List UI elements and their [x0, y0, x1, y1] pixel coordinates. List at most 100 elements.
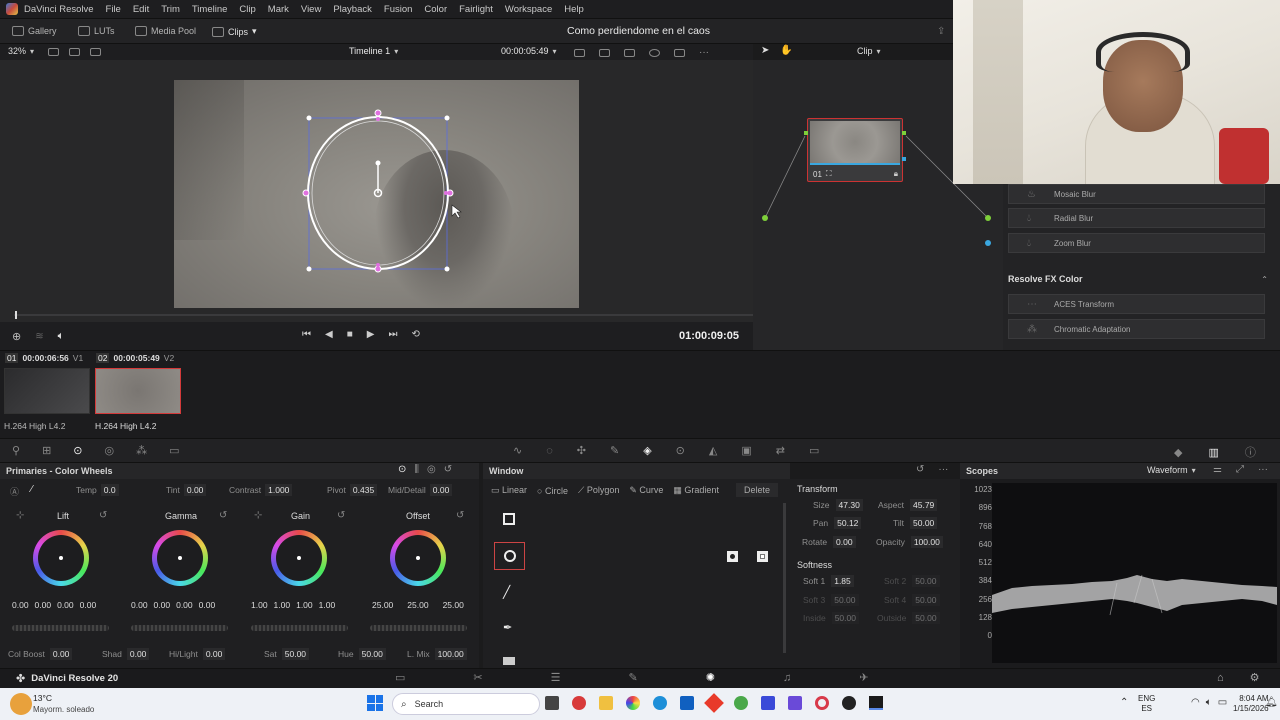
offset-g[interactable]: 25.00 — [407, 600, 428, 610]
gain-b[interactable]: 1.00 — [319, 600, 336, 610]
language-indicator[interactable]: ENG ES — [1138, 694, 1155, 714]
refresh-icon[interactable] — [649, 48, 660, 57]
node-input-port[interactable] — [804, 131, 808, 135]
window-enable-toggle[interactable] — [757, 551, 768, 562]
opacity-field[interactable]: Opacity 100.00 — [876, 536, 943, 548]
menu-file[interactable]: File — [100, 0, 127, 19]
lift-master-wheel[interactable] — [12, 625, 109, 631]
menu-fairlight[interactable]: Fairlight — [453, 0, 499, 19]
curve-button[interactable]: ✎ Curve — [629, 485, 663, 496]
color-wheels-icon[interactable]: ⊙ — [73, 444, 82, 457]
delete-button[interactable]: Delete — [736, 483, 779, 497]
file-explorer-icon[interactable] — [599, 696, 613, 710]
node-01[interactable]: 01 ⛶ 🔒︎ — [804, 118, 906, 182]
window-list-scrollbar[interactable] — [783, 503, 786, 653]
gamma-master-wheel[interactable] — [131, 625, 228, 631]
soft2-value[interactable]: 50.00 — [912, 575, 940, 587]
gain-reset-icon[interactable]: ↺ — [337, 510, 345, 521]
eyedropper-icon[interactable]: ✎ — [610, 444, 619, 457]
node-alpha-port[interactable] — [902, 157, 906, 161]
rgb-mixer-icon[interactable]: ⁂ — [136, 444, 147, 457]
hand-icon[interactable]: ✋ — [780, 45, 792, 56]
gamma-g[interactable]: 0.00 — [176, 600, 193, 610]
teams-icon[interactable] — [788, 696, 802, 710]
menu-view[interactable]: View — [295, 0, 327, 19]
window-corner-handle[interactable] — [306, 115, 312, 121]
camera-raw-icon[interactable]: ⚲ — [12, 444, 20, 457]
tint-value[interactable]: 0.00 — [183, 484, 207, 496]
fx-mosaic-blur[interactable]: ♨ Mosaic Blur — [1008, 184, 1265, 204]
taskbar-search[interactable]: ⌕ Search — [392, 693, 540, 715]
timeline-dropdown[interactable]: Timeline 1 ▾ — [349, 46, 398, 56]
fx-zoom-blur[interactable]: 💧︎ Zoom Blur — [1008, 233, 1265, 253]
play-icon[interactable]: ▶︎ — [367, 329, 375, 340]
app-diamond-icon[interactable] — [704, 693, 724, 713]
lift-g[interactable]: 0.00 — [57, 600, 74, 610]
luts-button[interactable]: LUTs — [78, 26, 115, 36]
offset-master-wheel[interactable] — [370, 625, 467, 631]
cut-page-icon[interactable]: ✂ — [473, 671, 482, 684]
first-frame-icon[interactable]: ⏮︎ — [302, 329, 311, 340]
menu-fusion[interactable]: Fusion — [378, 0, 419, 19]
gamma-y[interactable]: 0.00 — [131, 600, 148, 610]
hue-field[interactable]: Hue 50.00 — [338, 648, 386, 660]
window-soft-handle[interactable] — [376, 117, 380, 121]
inside-field[interactable]: Inside 50.00 — [803, 612, 859, 624]
viewer-options-icon[interactable]: ⊕ — [12, 330, 21, 343]
last-frame-icon[interactable]: ⏭︎ — [388, 329, 397, 340]
key-icon[interactable]: ⇄ — [776, 444, 785, 457]
offset-wheel[interactable] — [390, 530, 446, 586]
sizing-icon[interactable]: ▭ — [809, 444, 819, 457]
inside-value[interactable]: 50.00 — [831, 612, 859, 624]
gamma-reset-icon[interactable]: ↺ — [219, 510, 227, 521]
sat-value[interactable]: 50.00 — [281, 648, 310, 660]
weather-icon[interactable] — [10, 693, 32, 715]
window-rotate-knob[interactable] — [375, 160, 381, 166]
linear-button[interactable]: ▭ Linear — [491, 485, 527, 496]
zoom-dropdown[interactable]: 32% ▾ — [8, 46, 34, 56]
lift-picker-icon[interactable]: ⊹ — [16, 510, 24, 521]
soft1-field[interactable]: Soft 1 1.85 — [803, 575, 854, 587]
vscode-icon[interactable] — [761, 696, 775, 710]
edit-page-icon[interactable]: ☰ — [551, 671, 561, 684]
media-pool-button[interactable]: Media Pool — [135, 26, 196, 36]
lift-wheel[interactable] — [33, 530, 89, 586]
wheel-center[interactable] — [59, 556, 63, 560]
node-mode-dropdown[interactable]: Clip ▾ — [857, 46, 881, 56]
temp-value[interactable]: 0.0 — [100, 484, 119, 496]
app-dark-icon[interactable] — [842, 696, 856, 710]
window-more-icon[interactable]: ··· — [938, 464, 948, 475]
alpha-output-dot[interactable] — [985, 240, 991, 246]
window-linear-shape-icon[interactable] — [503, 513, 515, 525]
fairlight-page-icon[interactable]: ♫ — [783, 672, 791, 684]
gamma-wheel[interactable] — [152, 530, 208, 586]
hilight-field[interactable]: Hi/Light 0.00 — [169, 648, 226, 660]
chrome-icon[interactable] — [626, 696, 640, 710]
gain-master-wheel[interactable] — [251, 625, 348, 631]
hue-value[interactable]: 50.00 — [358, 648, 386, 660]
home-icon[interactable]: ⌂ — [1217, 672, 1224, 684]
opacity-value[interactable]: 100.00 — [910, 536, 943, 548]
wifi-icon[interactable]: ◠ — [1191, 697, 1200, 708]
color-page-icon[interactable]: ✺ — [706, 671, 715, 684]
window-corner-handle[interactable] — [444, 266, 450, 272]
viewer-mode-icon[interactable] — [574, 48, 585, 57]
source-input-dot[interactable] — [762, 215, 768, 221]
offset-b[interactable]: 25.00 — [443, 600, 464, 610]
soft4-value[interactable]: 50.00 — [912, 594, 940, 606]
share-icon[interactable]: ⇪ — [937, 26, 945, 37]
tilt-field[interactable]: Tilt 50.00 — [893, 517, 938, 529]
colboost-field[interactable]: Col Boost 0.00 — [8, 648, 73, 660]
pivot-field[interactable]: Pivot 0.435 — [327, 484, 378, 496]
gain-r[interactable]: 1.00 — [274, 600, 291, 610]
edge-icon[interactable] — [653, 696, 667, 710]
output-dot[interactable] — [985, 215, 991, 221]
wheel-center[interactable] — [416, 556, 420, 560]
color-warper-icon[interactable]: ◌ — [546, 445, 553, 457]
picker-icon[interactable]: ⁄ — [31, 484, 33, 495]
layout-split-icon[interactable] — [90, 48, 101, 56]
aspect-field[interactable]: Aspect 45.79 — [878, 499, 938, 511]
fx-section-header[interactable]: Resolve FX Color ⌃ — [1008, 274, 1268, 284]
lock-icon[interactable]: 🔒︎ — [894, 169, 898, 179]
stop-icon[interactable]: ■ — [347, 329, 353, 340]
